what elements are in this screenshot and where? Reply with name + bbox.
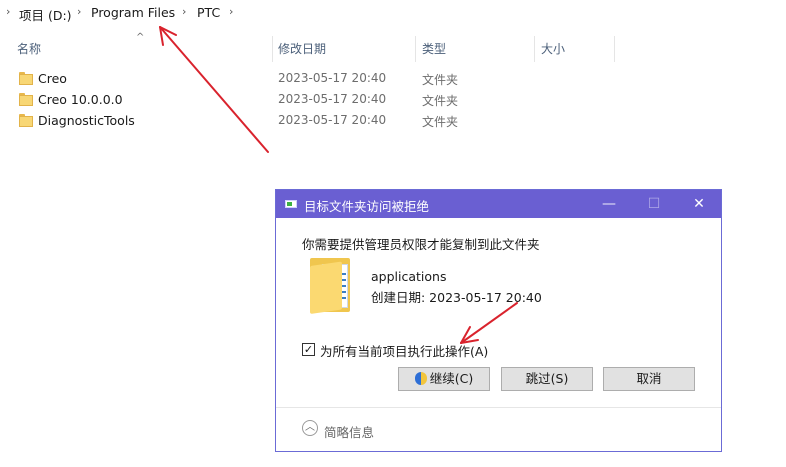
column-divider[interactable] — [614, 36, 615, 62]
skip-button[interactable]: 跳过(S) — [501, 367, 593, 391]
file-row-creo[interactable]: Creo 2023-05-17 20:40 文件夹 — [0, 69, 786, 89]
column-header-type[interactable]: 类型 — [422, 40, 446, 57]
minimize-button[interactable]: — — [587, 190, 631, 218]
breadcrumb: › 项目 (D:) › Program Files › PTC › — [0, 0, 786, 26]
file-name: DiagnosticTools — [38, 113, 135, 128]
continue-button[interactable]: 继续(C) — [398, 367, 490, 391]
folder-icon — [19, 93, 33, 106]
shield-icon — [414, 372, 427, 385]
close-button[interactable]: ✕ — [677, 190, 721, 218]
column-header-size[interactable]: 大小 — [541, 40, 565, 57]
breadcrumb-separator: › — [6, 5, 11, 18]
file-date: 2023-05-17 20:40 — [278, 113, 387, 127]
folder-icon — [19, 72, 33, 85]
file-name: Creo 10.0.0.0 — [38, 92, 123, 107]
file-date: 2023-05-17 20:40 — [278, 71, 387, 85]
continue-label: 继续(C) — [429, 371, 474, 386]
maximize-button[interactable]: ☐ — [632, 190, 676, 218]
target-file-name: applications — [371, 269, 447, 284]
access-denied-dialog: 目标文件夹访问被拒绝 — ☐ ✕ 你需要提供管理员权限才能复制到此文件夹 app… — [275, 189, 722, 452]
apply-all-label[interactable]: 为所有当前项目执行此操作(A) — [320, 341, 488, 360]
file-type: 文件夹 — [422, 73, 459, 87]
dialog-title: 目标文件夹访问被拒绝 — [304, 199, 430, 214]
chevron-up-icon[interactable]: ︿ — [302, 420, 318, 436]
breadcrumb-separator[interactable]: › — [229, 5, 233, 18]
file-type: 文件夹 — [422, 94, 459, 108]
file-row-diagnostictools[interactable]: DiagnosticTools 2023-05-17 20:40 文件夹 — [0, 111, 786, 131]
file-type: 文件夹 — [422, 115, 459, 129]
folder-icon — [310, 258, 354, 314]
breadcrumb-drive[interactable]: 项目 (D:) — [19, 5, 72, 24]
breadcrumb-ptc[interactable]: PTC — [197, 5, 220, 20]
apply-all-checkbox[interactable]: ✓ — [302, 343, 315, 356]
less-details-toggle[interactable]: 简略信息 — [324, 422, 374, 441]
column-header-date[interactable]: 修改日期 — [278, 40, 326, 57]
column-divider[interactable] — [415, 36, 416, 62]
file-row-creo-10[interactable]: Creo 10.0.0.0 2023-05-17 20:40 文件夹 — [0, 90, 786, 110]
dialog-divider — [276, 407, 721, 408]
cancel-button[interactable]: 取消 — [603, 367, 695, 391]
file-name: Creo — [38, 71, 67, 86]
breadcrumb-separator[interactable]: › — [77, 5, 81, 18]
target-file-date: 创建日期: 2023-05-17 20:40 — [371, 290, 542, 305]
check-icon: ✓ — [303, 343, 314, 356]
app-icon — [285, 200, 297, 208]
column-divider[interactable] — [272, 36, 273, 62]
sort-ascending-icon: ^ — [136, 32, 145, 43]
column-header-name[interactable]: 名称 — [17, 40, 41, 57]
dialog-message: 你需要提供管理员权限才能复制到此文件夹 — [302, 237, 540, 252]
column-divider[interactable] — [534, 36, 535, 62]
breadcrumb-program-files[interactable]: Program Files — [91, 5, 175, 20]
dialog-titlebar[interactable]: 目标文件夹访问被拒绝 — ☐ ✕ — [276, 190, 721, 218]
folder-icon — [19, 114, 33, 127]
file-date: 2023-05-17 20:40 — [278, 92, 387, 106]
breadcrumb-separator[interactable]: › — [182, 5, 186, 18]
